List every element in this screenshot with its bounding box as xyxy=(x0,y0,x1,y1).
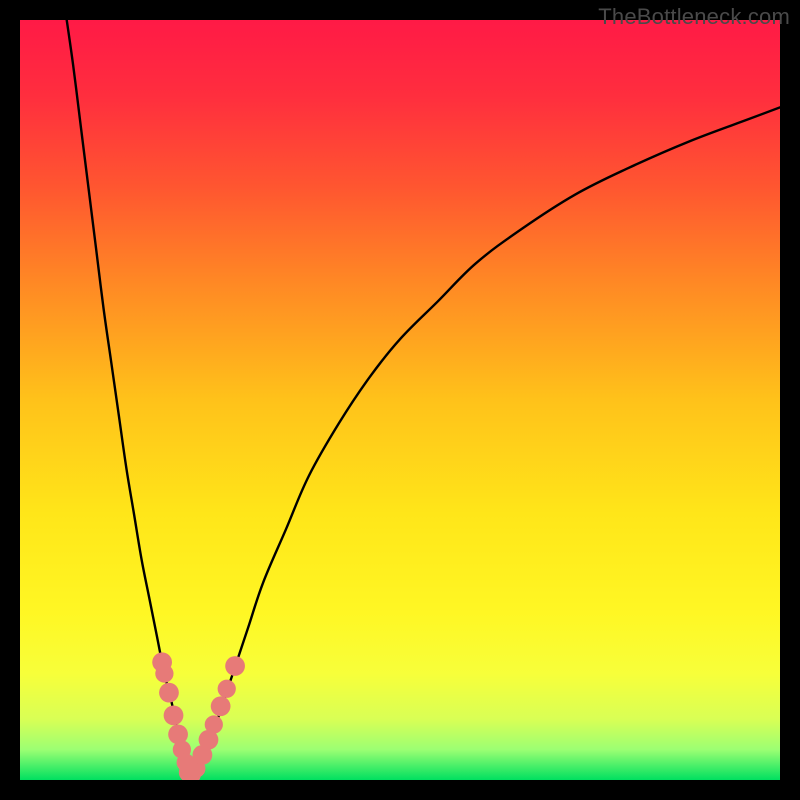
gradient-background xyxy=(20,20,780,780)
marker-dot xyxy=(155,664,173,682)
marker-dot xyxy=(211,696,231,716)
chart-svg xyxy=(20,20,780,780)
marker-dot xyxy=(159,683,179,703)
marker-dot xyxy=(225,656,245,676)
marker-dot xyxy=(218,680,236,698)
watermark-text: TheBottleneck.com xyxy=(598,4,790,30)
marker-dot xyxy=(205,715,223,733)
plot-area xyxy=(20,20,780,780)
outer-frame: TheBottleneck.com xyxy=(0,0,800,800)
marker-dot xyxy=(164,706,184,726)
